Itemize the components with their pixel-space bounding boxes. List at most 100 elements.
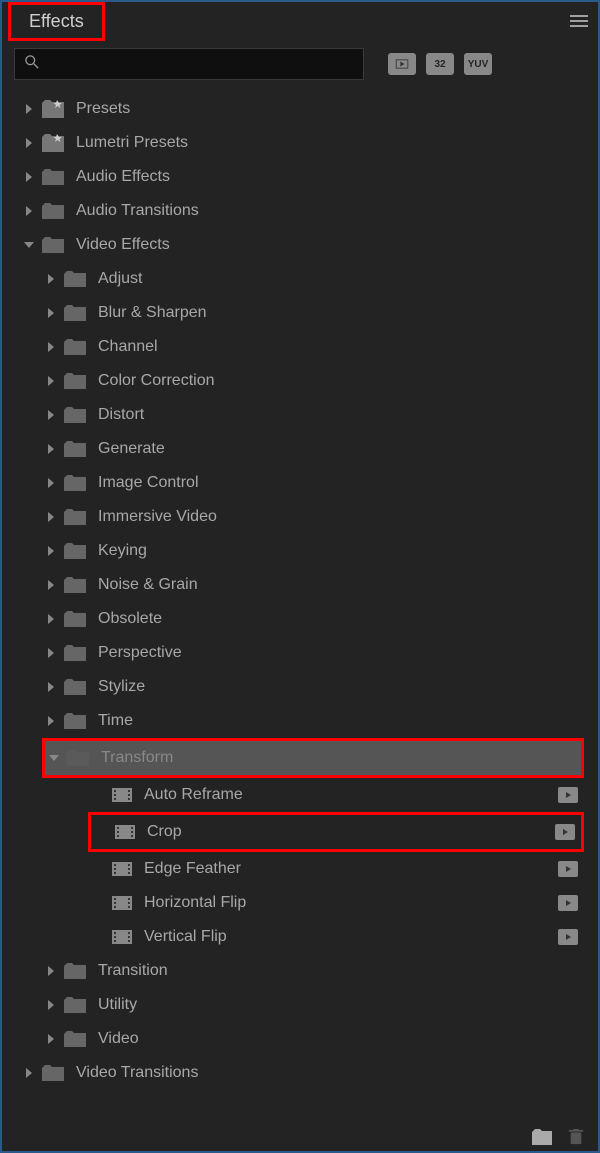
tree-item-crop[interactable]: Crop [91,815,581,849]
tree-item-blur-sharpen[interactable]: Blur & Sharpen [2,296,598,330]
crop-highlight: Crop [88,812,584,852]
32bit-filter-icon[interactable]: 32 [426,53,454,75]
folder-icon [42,203,64,219]
chevron-right-icon [44,964,58,978]
tree-item-edge-feather[interactable]: Edge Feather [2,852,598,886]
folder-icon [64,441,86,457]
tree-item-distort[interactable]: Distort [2,398,598,432]
item-label: Color Correction [98,372,214,390]
item-label: Obsolete [98,610,162,628]
item-label: Noise & Grain [98,576,198,594]
item-label: Crop [147,823,182,841]
effect-icon [112,787,132,803]
panel-footer [532,1129,586,1145]
tree-item-generate[interactable]: Generate [2,432,598,466]
tree-item-image-control[interactable]: Image Control [2,466,598,500]
tree-item-transform[interactable]: Transform [45,741,581,775]
folder-icon [64,271,86,287]
tree-item-video[interactable]: Video [2,1022,598,1056]
item-label: Channel [98,338,158,356]
tree-item-video-effects[interactable]: Video Effects [2,228,598,262]
panel-header: Effects [2,2,598,40]
tree-item-auto-reframe[interactable]: Auto Reframe [2,778,598,812]
tree-item-audio-effects[interactable]: Audio Effects [2,160,598,194]
tree-item-lumetri-presets[interactable]: Lumetri Presets [2,126,598,160]
tree-item-adjust[interactable]: Adjust [2,262,598,296]
effects-tab[interactable]: Effects [8,2,105,41]
chevron-right-icon [44,714,58,728]
item-label: Edge Feather [144,860,241,878]
tree-item-noise-grain[interactable]: Noise & Grain [2,568,598,602]
search-box[interactable] [14,48,364,80]
trash-icon[interactable] [566,1129,586,1145]
folder-icon [64,997,86,1013]
tree-item-horizontal-flip[interactable]: Horizontal Flip [2,886,598,920]
accelerated-badge-icon [555,824,575,840]
folder-icon [64,645,86,661]
accelerated-badge-icon [558,895,578,911]
item-label: Stylize [98,678,145,696]
search-icon [25,55,39,74]
chevron-right-icon [44,306,58,320]
item-label: Audio Transitions [76,202,199,220]
chevron-right-icon [44,578,58,592]
tree-item-stylize[interactable]: Stylize [2,670,598,704]
item-label: Blur & Sharpen [98,304,207,322]
item-label: Lumetri Presets [76,134,188,152]
item-label: Distort [98,406,144,424]
chevron-right-icon [22,1066,36,1080]
tree-item-transition[interactable]: Transition [2,954,598,988]
new-bin-icon[interactable] [532,1129,552,1145]
chevron-right-icon [44,340,58,354]
tree-item-utility[interactable]: Utility [2,988,598,1022]
accelerated-badge-icon [558,929,578,945]
item-label: Video Transitions [76,1064,198,1082]
chevron-right-icon [44,646,58,660]
effect-icon [112,895,132,911]
search-input[interactable] [47,56,353,72]
item-label: Keying [98,542,147,560]
tree-item-presets[interactable]: Presets [2,92,598,126]
tree-item-obsolete[interactable]: Obsolete [2,602,598,636]
tree-item-keying[interactable]: Keying [2,534,598,568]
chevron-right-icon [44,680,58,694]
tree-item-time[interactable]: Time [2,704,598,738]
tree-item-perspective[interactable]: Perspective [2,636,598,670]
yuv-filter-icon[interactable]: YUV [464,53,492,75]
effect-icon [112,861,132,877]
tree-item-vertical-flip[interactable]: Vertical Flip [2,920,598,954]
folder-icon [42,1065,64,1081]
tree-item-color-correction[interactable]: Color Correction [2,364,598,398]
accelerated-badge-icon [558,787,578,803]
accelerated-effects-filter-icon[interactable] [388,53,416,75]
item-label: Image Control [98,474,199,492]
folder-icon [64,963,86,979]
item-label: Presets [76,100,130,118]
tree-item-video-transitions[interactable]: Video Transitions [2,1056,598,1090]
chevron-right-icon [44,998,58,1012]
chevron-down-icon [47,751,61,765]
hamburger-menu-icon[interactable] [570,15,588,27]
chevron-right-icon [44,544,58,558]
item-label: Horizontal Flip [144,894,246,912]
chevron-right-icon [44,476,58,490]
folder-icon [64,305,86,321]
item-label: Video [98,1030,139,1048]
chevron-right-icon [22,136,36,150]
item-label: Perspective [98,644,182,662]
item-label: Transition [98,962,168,980]
tree-item-audio-transitions[interactable]: Audio Transitions [2,194,598,228]
item-label: Utility [98,996,137,1014]
filter-icons: 32 YUV [388,53,492,75]
effect-icon [115,824,135,840]
chevron-right-icon [44,442,58,456]
chevron-right-icon [44,408,58,422]
accelerated-badge-icon [558,861,578,877]
chevron-right-icon [44,510,58,524]
effects-panel: Effects 32 YUV Presets [0,0,600,1153]
folder-icon [64,1031,86,1047]
tree-item-immersive-video[interactable]: Immersive Video [2,500,598,534]
item-label: Transform [101,749,173,767]
tree-item-channel[interactable]: Channel [2,330,598,364]
folder-icon [64,543,86,559]
